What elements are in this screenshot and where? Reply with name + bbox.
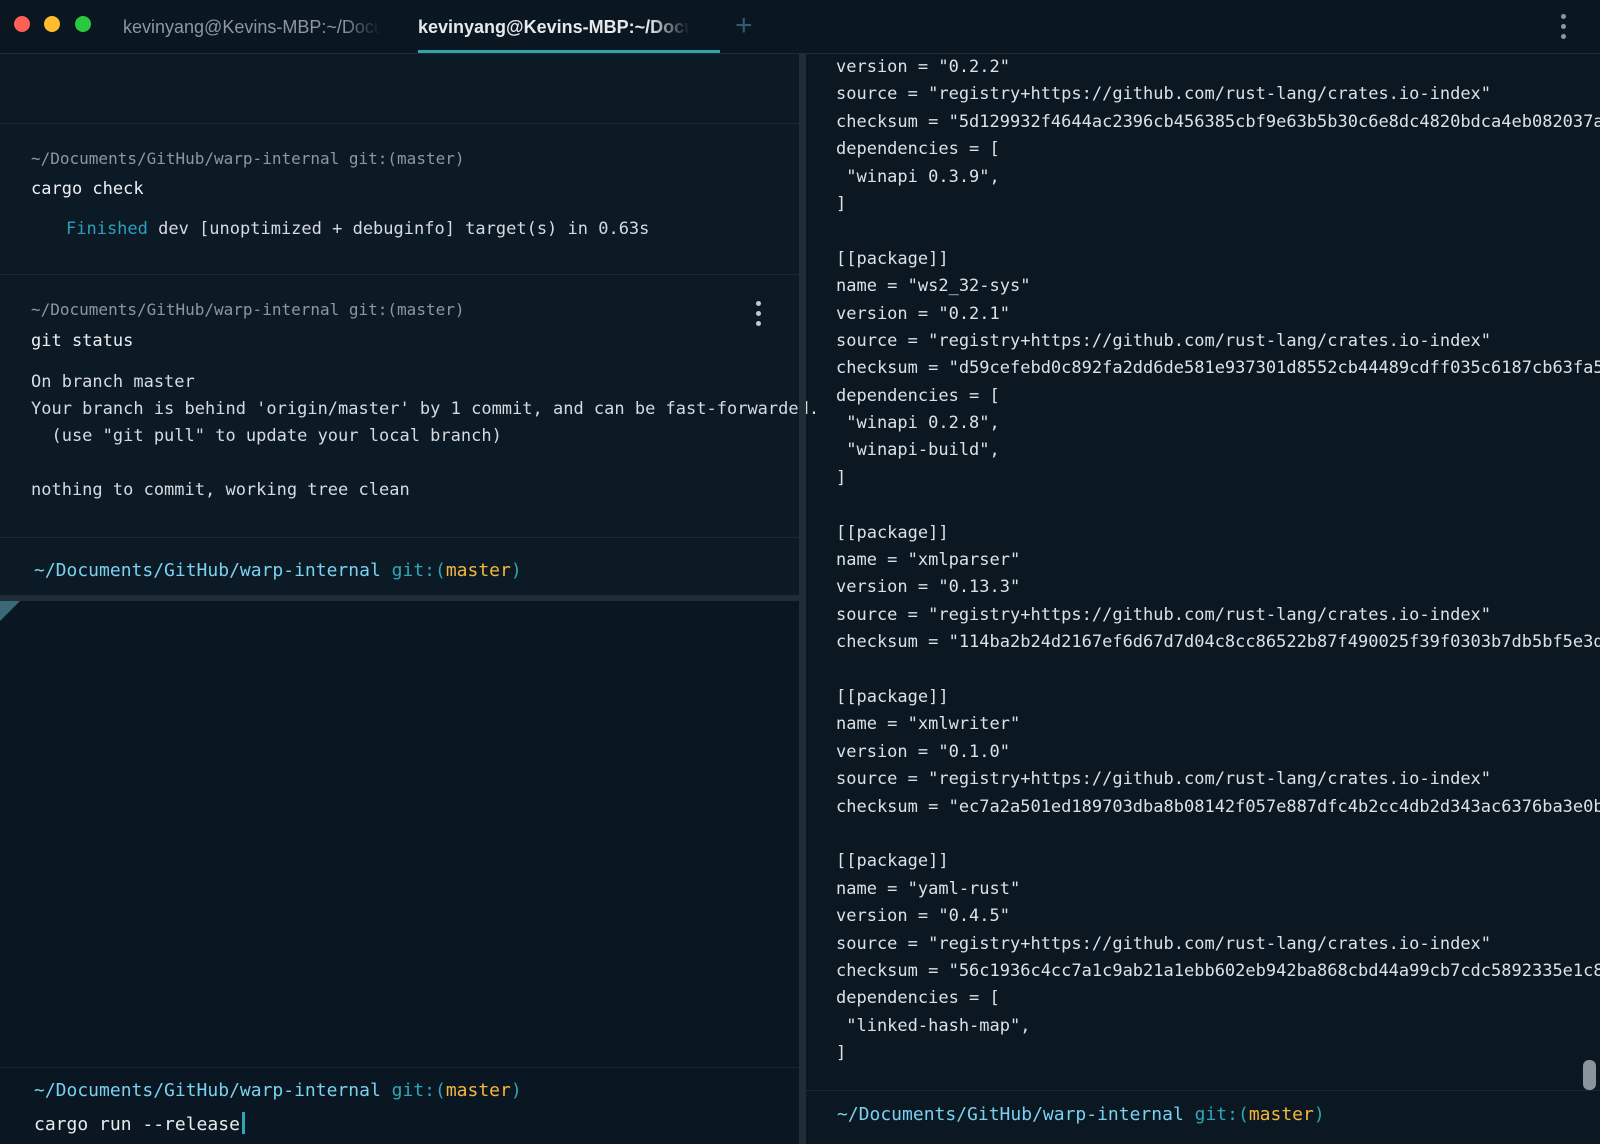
bottom-left-split-active[interactable]: ~/Documents/GitHub/warp-internal git:(ma… [0,601,799,1144]
output-line: checksum = "d59cefebd0c892fa2dd6de581e93… [836,358,1600,379]
command-block-cargo-check[interactable]: ~/Documents/GitHub/warp-internal git:(ma… [0,124,799,275]
output-line: checksum = "114ba2b24d2167ef6d67d7d04c8c… [836,632,1600,653]
prompt-cwd: ~/Documents/GitHub/warp-internal [34,1080,381,1101]
prompt-bottom-left: ~/Documents/GitHub/warp-internal git:(ma… [34,1080,522,1101]
minimize-window-button[interactable] [44,16,60,32]
output-line: ] [836,193,847,214]
git-branch: master [1248,1104,1314,1125]
active-tab-indicator [418,50,720,53]
git-label: git: [391,1080,435,1101]
output-line: version = "0.2.2" [836,57,1010,77]
output-line: dependencies = [ [836,988,1000,1009]
output-line: version = "0.4.5" [836,906,1010,927]
terminal-window: kevinyang@Kevins-MBP:~/Documents/GitHub/… [0,0,1600,1144]
window-menu-icon[interactable] [1561,12,1569,42]
output-line: name = "ws2_32-sys" [836,276,1031,297]
git-branch: master [445,1080,511,1101]
output-line: source = "registry+https://github.com/ru… [836,769,1492,790]
title-bar: kevinyang@Kevins-MBP:~/Documents/GitHub/… [0,0,1600,54]
cargo-lock-output: version = "0.2.2" source = "registry+http… [836,54,1600,1067]
output-line: [[package]] [836,522,949,543]
prompt-top-left: ~/Documents/GitHub/warp-internal git:(ma… [34,560,522,581]
output-line: "winapi 0.3.9", [836,166,1000,187]
text-cursor [241,1112,245,1134]
output-line: source = "registry+https://github.com/ru… [836,604,1492,625]
command-input[interactable]: cargo run --release [34,1112,245,1135]
block-menu-icon[interactable] [756,299,764,329]
output-line: version = "0.13.3" [836,577,1021,598]
output-line: source = "registry+https://github.com/ru… [836,933,1492,954]
tab-2-label: kevinyang@Kevins-MBP:~/Documents/GitHub/… [418,17,690,37]
output-line: "winapi-build", [836,440,1000,461]
left-pane: ~/Documents/GitHub/warp-internal git:(ma… [0,54,819,1144]
new-tab-button[interactable]: + [735,10,753,42]
output-line: source = "registry+https://github.com/ru… [836,330,1492,351]
block-cwd: ~/Documents/GitHub/warp-internal git:(ma… [31,149,465,168]
tab-1[interactable]: kevinyang@Kevins-MBP:~/Documents/GitHub/… [123,0,381,53]
git-output-line: Your branch is behind 'origin/master' by… [31,399,820,419]
output-line: dependencies = [ [836,139,1000,160]
block-command: cargo check [31,179,144,199]
prompt-cwd: ~/Documents/GitHub/warp-internal [34,560,381,581]
output-line: [[package]] [836,686,949,707]
output-line: [[package]] [836,248,949,269]
output-line: "linked-hash-map", [836,1015,1031,1036]
finished-status: Finished [66,219,148,239]
output-line: name = "yaml-rust" [836,878,1021,899]
output-line: source = "registry+https://github.com/ru… [836,84,1492,105]
block-cwd: ~/Documents/GitHub/warp-internal git:(ma… [31,300,465,319]
finished-details: dev [unoptimized + debuginfo] target(s) … [147,219,650,239]
git-branch: master [445,560,511,581]
block-output: Finished dev [unoptimized + debuginfo] t… [66,216,649,243]
git-output-line: On branch master [31,372,195,392]
maximize-window-button[interactable] [75,16,91,32]
output-line: "winapi 0.2.8", [836,413,1000,434]
block-command: git status [31,331,134,351]
focused-pane-indicator [0,601,20,621]
git-label: git: [1194,1104,1238,1125]
close-window-button[interactable] [14,16,30,32]
output-line: name = "xmlparser" [836,550,1021,571]
output-line: ] [836,467,847,488]
output-line: [[package]] [836,851,949,872]
empty-block [0,54,799,124]
command-input-text: cargo run --release [34,1114,240,1135]
output-line: version = "0.2.1" [836,303,1010,324]
input-divider [806,1090,1600,1091]
tab-2-active[interactable]: kevinyang@Kevins-MBP:~/Documents/GitHub/… [418,0,718,53]
tab-1-label: kevinyang@Kevins-MBP:~/Documents/GitHub/… [123,17,381,37]
git-label: git: [391,560,435,581]
scrollbar-thumb[interactable] [1583,1060,1596,1090]
output-line: ] [836,1043,847,1064]
right-pane[interactable]: version = "0.2.2" source = "registry+http… [806,54,1600,1144]
output-line: checksum = "ec7a2a501ed189703dba8b08142f… [836,796,1600,817]
command-block-git-status[interactable]: ~/Documents/GitHub/warp-internal git:(ma… [0,275,819,538]
output-line: checksum = "5d129932f4644ac2396cb456385c… [836,111,1600,132]
output-line: dependencies = [ [836,385,1000,406]
git-output-line: (use "git pull" to update your local bra… [31,426,502,446]
vertical-split-divider[interactable] [799,54,806,1144]
output-line: version = "0.1.0" [836,741,1010,762]
output-line: checksum = "56c1936c4cc7a1c9ab21a1ebb602… [836,960,1600,981]
input-divider [0,1067,799,1068]
prompt-right: ~/Documents/GitHub/warp-internal git:(ma… [837,1104,1325,1125]
prompt-cwd: ~/Documents/GitHub/warp-internal [837,1104,1184,1125]
git-output-line: nothing to commit, working tree clean [31,480,410,500]
output-line: name = "xmlwriter" [836,714,1021,735]
top-left-split[interactable]: ~/Documents/GitHub/warp-internal git:(ma… [0,54,819,595]
